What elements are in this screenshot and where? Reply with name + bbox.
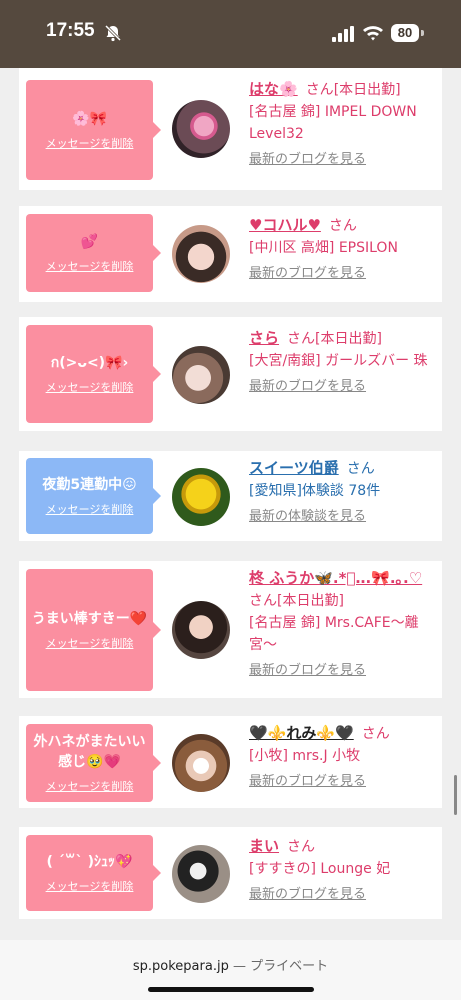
location-shop: [愛知県]体験談 78件: [249, 483, 381, 499]
domain-text: sp.pokepara.jp: [132, 959, 229, 974]
message-bubble: 🌸🎀 メッセージを削除: [26, 80, 161, 180]
message-card: 外ハネがまたいい感じ🥹💗 メッセージを削除 🖤⚜️れみ⚜️🖤 さん [小牧] mr…: [19, 716, 442, 808]
profile-name-link[interactable]: スイーツ伯爵: [249, 459, 339, 477]
battery-tip: [421, 30, 424, 36]
message-text: 外ハネがまたいい感じ🥹💗: [33, 734, 146, 770]
message-text: 🌸🎀: [72, 111, 107, 127]
url-display[interactable]: sp.pokepara.jp — プライベート: [0, 955, 461, 974]
profile-info: 柊 ふうか🦋.*゚‥.🎀.｡.♡ さん[本日出勤] [名古屋 錦] Mrs.CAF…: [249, 567, 439, 682]
latest-blog-link[interactable]: 最新のブログを見る: [249, 263, 439, 285]
location-shop: [名古屋 錦] IMPEL DOWN Level32: [249, 104, 417, 142]
delete-message-link[interactable]: メッセージを削除: [46, 878, 134, 894]
message-text: 夜勤5連勤中😖: [42, 477, 137, 493]
profile-info: ♥コハル♥ さん [中川区 高畑] EPSILON 最新のブログを見る: [249, 214, 439, 285]
avatar[interactable]: [172, 100, 230, 158]
profile-info: はな🌸 さん[本日出勤] [名古屋 錦] IMPEL DOWN Level32 最…: [249, 78, 439, 171]
location-shop: [小牧] mrs.J 小牧: [249, 748, 361, 764]
latest-blog-link[interactable]: 最新のブログを見る: [249, 771, 439, 793]
message-bubble: 夜勤5連勤中😖 メッセージを削除: [26, 458, 161, 534]
avatar[interactable]: [172, 225, 230, 283]
honorific: さん: [287, 839, 316, 855]
message-text: うまい棒すきー❤️: [31, 611, 148, 627]
profile-name-link[interactable]: ♥コハル♥: [249, 216, 321, 234]
latest-blog-link[interactable]: 最新のブログを見る: [249, 660, 439, 682]
profile-info: スイーツ伯爵 さん [愛知県]体験談 78件 最新の体験談を見る: [249, 457, 439, 528]
message-card: 🌸🎀 メッセージを削除 はな🌸 さん[本日出勤] [名古屋 錦] IMPEL DO…: [19, 68, 442, 190]
latest-blog-link[interactable]: 最新のブログを見る: [249, 376, 439, 398]
message-card: 夜勤5連勤中😖 メッセージを削除 スイーツ伯爵 さん [愛知県]体験談 78件 最…: [19, 451, 442, 541]
honorific: さん: [305, 82, 334, 98]
message-bubble: うまい棒すきー❤️ メッセージを削除: [26, 569, 161, 691]
message-card: ( ˊ꒳ˋ )ｼｭｯ💖 メッセージを削除 まい さん [すすきの] Lounge …: [19, 827, 442, 919]
message-card: ก(>ᴗ<)🎀› メッセージを削除 さら さん[本日出勤] [大宮/南銀] ガール…: [19, 317, 442, 431]
honorific: さん: [361, 726, 390, 742]
message-text: 💕: [80, 234, 99, 250]
separator: —: [232, 959, 246, 974]
home-indicator[interactable]: [148, 987, 314, 992]
profile-name-link[interactable]: はな🌸: [249, 80, 298, 98]
bell-slash-icon: [104, 24, 122, 42]
profile-name-link[interactable]: さら: [249, 329, 279, 347]
location-shop: [大宮/南銀] ガールズバー 珠: [249, 353, 428, 369]
message-bubble: ( ˊ꒳ˋ )ｼｭｯ💖 メッセージを削除: [26, 835, 161, 911]
message-feed[interactable]: 🌸🎀 メッセージを削除 はな🌸 さん[本日出勤] [名古屋 錦] IMPEL DO…: [0, 68, 461, 940]
status-tag: [本日出勤]: [315, 331, 382, 347]
latest-blog-link[interactable]: 最新のブログを見る: [249, 884, 439, 906]
latest-blog-link[interactable]: 最新のブログを見る: [249, 149, 439, 171]
profile-name-link[interactable]: まい: [249, 837, 279, 855]
profile-name-link[interactable]: 🖤⚜️れみ⚜️🖤: [249, 724, 354, 742]
message-text: ( ˊ꒳ˋ )ｼｭｯ💖: [46, 854, 133, 870]
location-shop: [名古屋 錦] Mrs.CAFE〜離宮〜: [249, 615, 419, 653]
avatar[interactable]: [172, 845, 230, 903]
delete-message-link[interactable]: メッセージを削除: [46, 778, 134, 794]
scrollbar[interactable]: [454, 775, 457, 815]
wifi-icon: [363, 26, 383, 41]
profile-name-link[interactable]: 柊 ふうか🦋.*゚‥.🎀.｡.♡: [249, 569, 422, 587]
clock: 17:55: [46, 20, 95, 41]
avatar[interactable]: [172, 346, 230, 404]
avatar[interactable]: [172, 601, 230, 659]
avatar[interactable]: [172, 734, 230, 792]
message-bubble: 💕 メッセージを削除: [26, 214, 161, 292]
status-bar: 17:55 80: [0, 0, 461, 68]
status-tag: [本日出勤]: [333, 82, 401, 98]
message-bubble: ก(>ᴗ<)🎀› メッセージを削除: [26, 325, 161, 423]
message-card: 💕 メッセージを削除 ♥コハル♥ さん [中川区 高畑] EPSILON 最新のブ…: [19, 206, 442, 302]
message-text: ก(>ᴗ<)🎀›: [50, 355, 129, 371]
honorific: さん: [249, 593, 277, 609]
profile-info: さら さん[本日出勤] [大宮/南銀] ガールズバー 珠 最新のブログを見る: [249, 327, 439, 398]
delete-message-link[interactable]: メッセージを削除: [46, 379, 134, 395]
honorific: さん: [287, 331, 316, 347]
honorific: さん: [346, 461, 375, 477]
location-shop: [中川区 高畑] EPSILON: [249, 240, 398, 256]
browsing-mode: プライベート: [250, 959, 329, 974]
profile-info: 🖤⚜️れみ⚜️🖤 さん [小牧] mrs.J 小牧 最新のブログを見る: [249, 722, 439, 793]
cellular-signal-icon: [332, 26, 354, 42]
latest-review-link[interactable]: 最新の体験談を見る: [249, 506, 439, 528]
profile-info: まい さん [すすきの] Lounge 妃 最新のブログを見る: [249, 835, 439, 906]
delete-message-link[interactable]: メッセージを削除: [46, 635, 134, 651]
avatar[interactable]: [172, 468, 230, 526]
message-bubble: 外ハネがまたいい感じ🥹💗 メッセージを削除: [26, 724, 161, 802]
delete-message-link[interactable]: メッセージを削除: [46, 135, 134, 151]
status-tag: [本日出勤]: [277, 593, 344, 609]
delete-message-link[interactable]: メッセージを削除: [46, 258, 134, 274]
battery-indicator: 80: [391, 24, 419, 42]
message-card: うまい棒すきー❤️ メッセージを削除 柊 ふうか🦋.*゚‥.🎀.｡.♡ さん[本日…: [19, 561, 442, 698]
location-shop: [すすきの] Lounge 妃: [249, 861, 391, 877]
delete-message-link[interactable]: メッセージを削除: [46, 501, 134, 517]
honorific: さん: [328, 218, 357, 234]
